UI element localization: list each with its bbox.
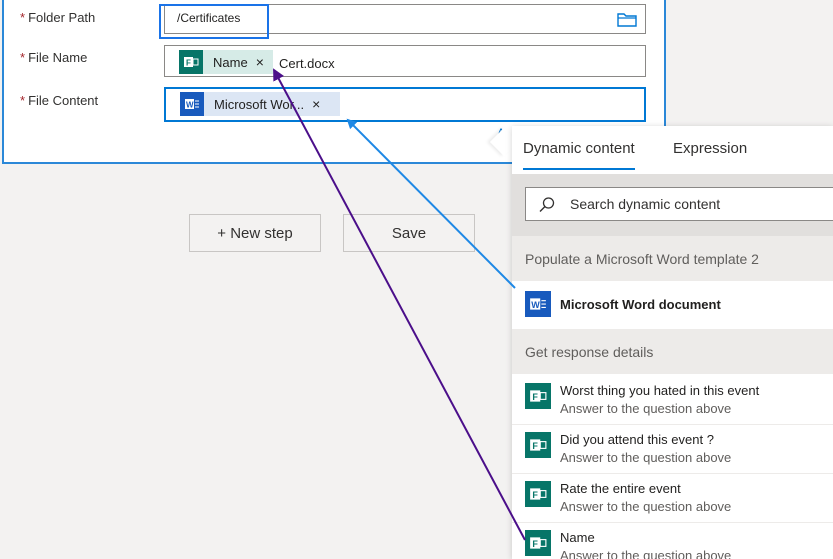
item-subtitle: Answer to the question above bbox=[560, 548, 732, 559]
item-title: Name bbox=[560, 530, 595, 545]
panel-tabs: Dynamic content Expression bbox=[512, 126, 833, 174]
list-item[interactable]: F Rate the entire event Answer to the qu… bbox=[512, 474, 833, 522]
required-asterisk: * bbox=[20, 10, 26, 25]
svg-text:F: F bbox=[532, 490, 538, 500]
word-icon: W bbox=[525, 291, 551, 317]
word-icon: W bbox=[180, 92, 204, 116]
name-token-label: Name bbox=[213, 54, 248, 70]
svg-text:F: F bbox=[532, 392, 538, 402]
section-header[interactable]: Populate a Microsoft Word template 2 bbox=[512, 236, 833, 281]
forms-icon: F bbox=[525, 530, 551, 556]
remove-token-button[interactable]: × bbox=[256, 54, 270, 70]
folder-path-highlight bbox=[159, 4, 269, 39]
required-asterisk: * bbox=[20, 93, 26, 108]
svg-text:F: F bbox=[532, 441, 538, 451]
list-item[interactable]: F Did you attend this event ? Answer to … bbox=[512, 425, 833, 473]
file-name-label: * File Name bbox=[20, 50, 88, 65]
svg-text:F: F bbox=[186, 59, 191, 68]
item-subtitle: Answer to the question above bbox=[560, 499, 732, 514]
item-subtitle: Answer to the question above bbox=[560, 450, 732, 465]
forms-icon: F bbox=[525, 432, 551, 458]
svg-text:F: F bbox=[532, 539, 538, 549]
word-document-token[interactable]: W Microsoft Wor... × bbox=[180, 92, 340, 116]
file-name-input[interactable]: F Name × Cert.docx bbox=[164, 45, 646, 77]
item-title: Did you attend this event ? bbox=[560, 432, 714, 447]
dynamic-content-panel: Dynamic content Expression Populate a Mi… bbox=[512, 126, 833, 559]
forms-icon: F bbox=[525, 383, 551, 409]
list-item[interactable]: F Worst thing you hated in this event An… bbox=[512, 376, 833, 424]
folder-path-label: * Folder Path bbox=[20, 10, 96, 25]
forms-icon: F bbox=[179, 50, 203, 74]
name-token[interactable]: F Name × bbox=[179, 50, 273, 74]
list-item[interactable]: F Name Answer to the question above bbox=[512, 523, 833, 559]
item-subtitle: Answer to the question above bbox=[560, 401, 732, 416]
file-content-label: * File Content bbox=[20, 93, 99, 108]
item-title: Worst thing you hated in this event bbox=[560, 383, 760, 398]
forms-icon: F bbox=[525, 481, 551, 507]
required-asterisk: * bbox=[20, 50, 26, 65]
save-button[interactable]: Save bbox=[343, 214, 475, 252]
folder-icon[interactable] bbox=[617, 12, 637, 32]
search-box bbox=[525, 187, 833, 221]
new-step-button[interactable]: + New step bbox=[189, 214, 321, 252]
item-title: Rate the entire event bbox=[560, 481, 681, 496]
file-name-suffix: Cert.docx bbox=[279, 56, 335, 71]
search-input[interactable] bbox=[570, 188, 833, 220]
search-area bbox=[512, 174, 833, 244]
section-header[interactable]: Get response details bbox=[512, 329, 833, 374]
search-icon bbox=[538, 196, 556, 219]
tab-dynamic-content[interactable]: Dynamic content bbox=[523, 140, 635, 170]
word-token-label: Microsoft Wor... bbox=[214, 96, 305, 112]
svg-text:W: W bbox=[531, 300, 540, 310]
remove-token-button[interactable]: × bbox=[312, 96, 326, 112]
svg-text:W: W bbox=[186, 101, 194, 110]
item-title: Microsoft Word document bbox=[560, 297, 721, 312]
list-item[interactable]: W Microsoft Word document bbox=[512, 281, 833, 327]
file-content-input[interactable]: W Microsoft Wor... × bbox=[164, 87, 646, 122]
tab-expression[interactable]: Expression bbox=[673, 140, 747, 157]
